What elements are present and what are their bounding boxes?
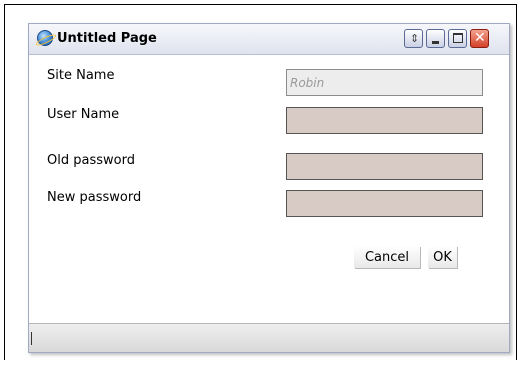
new-password-label: New password: [47, 190, 142, 205]
close-icon: ✕: [474, 30, 486, 46]
browser-icon: [37, 30, 53, 46]
old-password-label: Old password: [47, 153, 135, 168]
old-password-field[interactable]: [286, 153, 483, 180]
cancel-button[interactable]: Cancel: [354, 246, 420, 268]
rollup-button[interactable]: ⇕: [404, 29, 423, 48]
user-name-field[interactable]: [286, 107, 483, 134]
new-password-field[interactable]: [286, 190, 483, 217]
site-name-label: Site Name: [47, 68, 115, 83]
rollup-icon: ⇕: [410, 32, 420, 45]
window-title: Untitled Page: [57, 31, 157, 46]
status-caret: [31, 332, 32, 345]
maximize-button[interactable]: [448, 29, 467, 48]
ok-button[interactable]: OK: [428, 246, 457, 268]
site-name-field[interactable]: [286, 69, 483, 96]
minimize-button[interactable]: [426, 29, 445, 48]
user-name-label: User Name: [47, 107, 120, 122]
title-bar[interactable]: Untitled Page ⇕ ✕: [29, 24, 509, 55]
close-button[interactable]: ✕: [470, 29, 489, 48]
status-bar: [29, 323, 509, 352]
dialog-window: Untitled Page ⇕ ✕ Site Name User Name Ol…: [28, 23, 510, 353]
maximize-icon: [453, 33, 463, 43]
minimize-icon: [432, 41, 439, 44]
